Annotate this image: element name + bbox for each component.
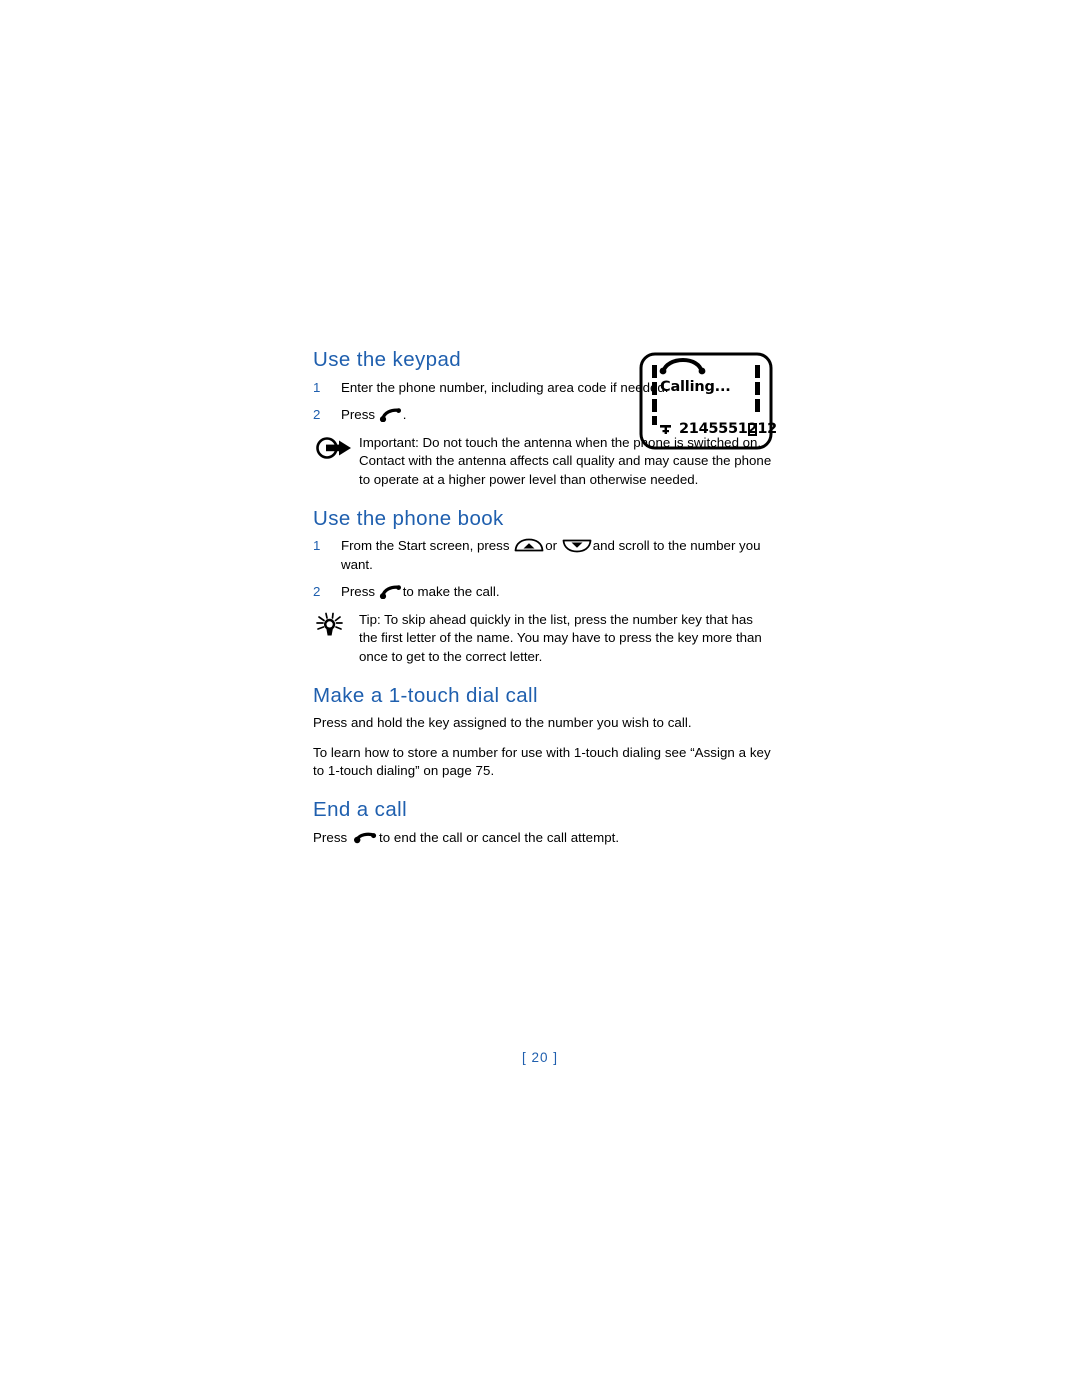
section-use-the-keypad: Use the keypad 1 Enter the phone number,… — [313, 348, 773, 490]
important-note: Important: Do not touch the antenna when… — [313, 434, 773, 490]
step-text: Enter the phone number, including area c… — [341, 379, 669, 395]
send-key-icon — [379, 407, 403, 423]
section-heading-end-a-call: End a call — [313, 798, 408, 821]
step-item: 2 Press to make the call. — [313, 583, 773, 602]
section-heading-use-the-keypad: Use the keypad — [313, 348, 462, 371]
end-call-text-after: to end the call or cancel the call attem… — [379, 829, 620, 845]
important-arrow-icon — [313, 435, 355, 461]
step-item: 1 From the Start screen, press or and scr… — [313, 537, 773, 574]
page-number: [ 20 ] — [521, 1050, 559, 1065]
scroll-up-key-icon — [514, 538, 544, 553]
step-number: 2 — [313, 407, 321, 423]
section-heading-make-a-1-touch-dial-call: Make a 1-touch dial call — [313, 683, 538, 707]
section-make-a-1-touch-dial-call: Make a 1-touch dial call Press and hold … — [313, 684, 773, 781]
step-text-after: . — [402, 407, 407, 423]
step-text-middle: or — [545, 538, 558, 554]
tip-note: Tip: To skip ahead quickly in the list, … — [313, 611, 773, 667]
section-use-the-phone-book: Use the phone book 1 From the Start scree… — [313, 507, 773, 667]
step-number: 2 — [313, 584, 321, 600]
important-note-lead: Important: Do not touch the antenna — [359, 434, 572, 450]
scroll-down-key-icon — [562, 538, 592, 553]
important-note-text: Important: Do not touch the antenna when… — [359, 434, 773, 490]
paragraph: To learn how to store a number for use w… — [313, 744, 771, 779]
tip-lightbulb-icon — [313, 612, 355, 638]
step-item: 1 Enter the phone number, including area… — [313, 379, 773, 398]
step-text-before: Press — [341, 407, 375, 423]
steps-use-the-phone-book: 1 From the Start screen, press or and scr… — [313, 537, 773, 602]
step-text-before: Press — [341, 584, 375, 600]
step-number: 1 — [313, 379, 321, 395]
steps-use-the-keypad: 1 Enter the phone number, including area… — [313, 379, 773, 425]
paragraph: Press and hold the key assigned to the n… — [313, 715, 692, 731]
end-call-text-before: Press — [313, 829, 348, 845]
page-content: Use the keypad 1 Enter the phone number,… — [313, 348, 773, 858]
document-page: Calling... 2145551212 Use the keypad 1 E… — [0, 0, 1080, 1397]
section-heading-use-the-phone-book: Use the phone book — [313, 506, 504, 530]
step-number: 1 — [313, 538, 321, 554]
page-footer: [ 20 ] — [0, 1050, 1080, 1065]
tip-note-text: Tip: To skip ahead quickly in the list, … — [359, 611, 762, 665]
step-item: 2 Press . — [313, 406, 773, 425]
end-key-icon — [353, 830, 377, 845]
step-text-before: From the Start screen, press — [341, 538, 510, 554]
section-end-a-call: End a call Press to end the call or canc… — [313, 798, 773, 847]
send-key-icon — [379, 584, 403, 600]
step-text-after: to make the call. — [402, 584, 500, 600]
end-a-call-instruction: Press to end the call or cancel the call… — [313, 829, 773, 848]
